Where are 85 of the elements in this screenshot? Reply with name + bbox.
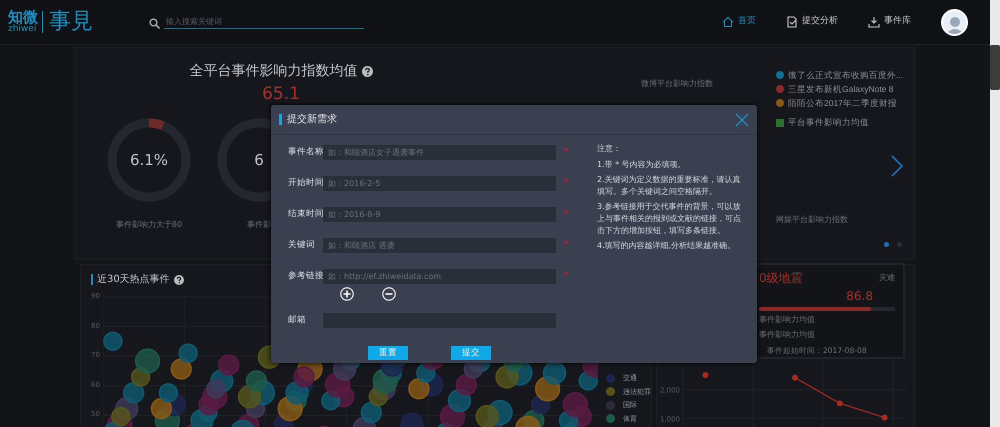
input-field[interactable]: 如：2016-2-5 (323, 176, 556, 191)
bubble (408, 378, 430, 400)
point (702, 372, 708, 378)
scrollbar[interactable] (990, 0, 1000, 427)
note-text: 1.带 * 号内容为必填项。 (597, 158, 687, 170)
metric-label: 事件影响力均值 (759, 314, 815, 326)
pager-dot[interactable] (897, 242, 902, 247)
platform-label: 微博平台影响力指数 (641, 78, 713, 90)
event-score: 86.8 (846, 288, 873, 305)
bubble (400, 412, 424, 427)
bubble (150, 398, 172, 420)
nav-link[interactable]: 首页 (722, 15, 756, 29)
donut-label: 事件影响力大于80 (116, 219, 182, 231)
legend-label: 平台事件影响力均值 (788, 116, 869, 129)
logo-text: 知微 (8, 10, 38, 25)
bubble (170, 358, 192, 380)
help-icon (362, 66, 372, 77)
bubble (103, 332, 122, 351)
add-button[interactable] (340, 287, 354, 301)
donut-label: 事件影 (247, 219, 271, 231)
bubble (134, 348, 160, 374)
input-field[interactable]: 如：和颐酒店女子遇袭事件 (323, 145, 556, 160)
bubble (246, 370, 267, 392)
bubble (456, 374, 477, 396)
index-value: 65.1 (262, 86, 300, 103)
legend-label: 三星发布新机GalaxyNote 8 (788, 82, 894, 96)
bubble (178, 343, 198, 363)
home-icon (722, 16, 734, 28)
event-title: 0级地震 (759, 270, 803, 287)
input-field[interactable]: 如：和颐酒店 遇袭 (323, 238, 556, 253)
input-field[interactable] (323, 313, 556, 328)
required-mark: * (564, 146, 568, 159)
legend-label: 饿了么正式宣布收购百度外... (788, 69, 904, 82)
pager-dot[interactable] (884, 242, 889, 247)
field-label: 事件名称 (288, 146, 323, 159)
bubble (158, 383, 178, 402)
input-field[interactable]: 如：http://ef.zhiweidata.com (323, 269, 556, 284)
submit-button[interactable]: 提交 (451, 346, 491, 360)
donut-value: 6 (254, 150, 264, 171)
search-icon (149, 18, 160, 28)
section-title: 全平台事件影响力指数均值 (190, 62, 358, 81)
platform-label: 网媒平台影响力指数 (776, 214, 848, 226)
download-icon (868, 16, 880, 28)
help-icon (174, 274, 184, 284)
field-label: 结束时间 (288, 208, 323, 221)
point (882, 414, 888, 421)
note-text: 4.填写的内容越详细,分析结果越准确。 (597, 240, 736, 252)
section-title: 近30天热点事件 (97, 272, 170, 287)
input-field[interactable]: 如：2016-8-9 (323, 207, 556, 222)
bubble (218, 354, 240, 376)
field-label: 邮箱 (288, 314, 307, 327)
field-label: 参考链接 (288, 270, 323, 283)
legend-label: 陌陌公布2017年二季度财报 (788, 96, 897, 110)
point (836, 400, 843, 406)
plus-icon (340, 287, 354, 301)
required-mark: * (564, 238, 568, 252)
modal-title: 提交新需求 (279, 114, 337, 125)
bubble (206, 379, 226, 398)
note-text: 2.关键词为定义数据的重要标准，请认真填写。多个关键词之间空格隔开。 (597, 174, 742, 198)
required-mark: * (564, 208, 568, 221)
field-label: 关键词 (288, 239, 316, 252)
note-text: 3.参考链接用于交代事件的背景，可以放上与事件相关的报到或文献的链接，可点击下方的增加按钮，填写多条链接。 (597, 201, 742, 236)
event-tag: 灾难 (879, 272, 895, 284)
bubble (198, 394, 220, 416)
search-field[interactable]: 输入搜索关键词 (164, 16, 364, 28)
logo-mark: 事見 (42, 11, 93, 33)
notes-title: 注意： (597, 143, 622, 155)
close-icon (735, 112, 749, 126)
logo-text: zhiwei (8, 25, 36, 34)
donut-value: 6.1% (130, 150, 168, 171)
bubble (542, 361, 566, 385)
nav-link[interactable]: 提交分析 (786, 15, 838, 29)
document-icon (786, 16, 798, 28)
field-label: 开始时间 (288, 177, 323, 190)
minus-icon (382, 287, 396, 301)
reset-button[interactable]: 重置 (368, 346, 408, 360)
point (792, 374, 798, 381)
remove-button[interactable] (382, 287, 396, 301)
close-button[interactable] (735, 112, 749, 126)
metric-label: 事件影响力均值 (759, 329, 815, 341)
bubble (293, 366, 315, 388)
nav-link[interactable]: 事件库 (868, 15, 911, 29)
required-mark: * (564, 270, 568, 283)
required-mark: * (564, 176, 568, 190)
avatar[interactable] (941, 8, 968, 36)
